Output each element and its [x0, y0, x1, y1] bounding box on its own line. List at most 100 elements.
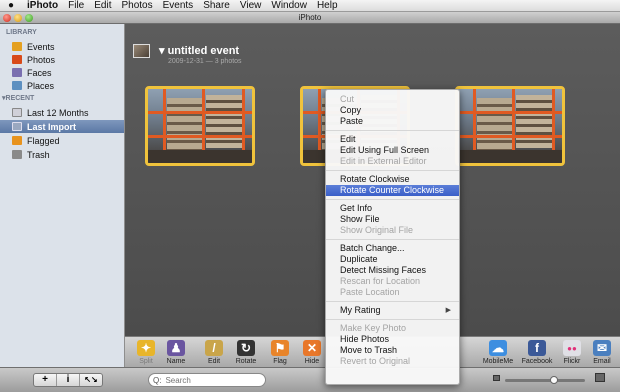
- menu-item-rotate-counter-clockwise[interactable]: Rotate Counter Clockwise: [326, 185, 459, 196]
- sidebar-item-photos[interactable]: Photos: [0, 53, 124, 66]
- menu-item-label: Copy: [340, 105, 362, 115]
- sidebar-item-flagged[interactable]: Flagged: [0, 134, 124, 147]
- toolbar-label: Flickr: [563, 358, 581, 365]
- menu-window[interactable]: Window: [266, 0, 312, 12]
- menu-item-label: Duplicate: [340, 254, 378, 264]
- hide-button[interactable]: ✕ Hide: [297, 340, 327, 367]
- window-title: iPhoto: [298, 13, 322, 22]
- library-header: LIBRARY: [6, 29, 37, 36]
- menu-item-rotate-clockwise[interactable]: Rotate Clockwise: [326, 174, 459, 185]
- menu-item-label: Show File: [340, 214, 380, 224]
- photos-icon: [12, 55, 22, 64]
- menu-item-label: Detect Missing Faces: [340, 265, 427, 275]
- event-key-photo[interactable]: [133, 44, 150, 58]
- faces-icon: [12, 68, 22, 77]
- flag-icon: ⚑: [271, 340, 289, 356]
- menu-separator: [326, 319, 459, 320]
- menu-events[interactable]: Events: [158, 0, 199, 12]
- menu-item-get-info[interactable]: Get Info: [326, 203, 459, 214]
- full-screen-button[interactable]: ↖↘: [80, 374, 102, 386]
- search-icon[interactable]: Q:: [153, 376, 161, 385]
- flag-button[interactable]: ⚑ Flag: [265, 340, 295, 367]
- menu-help[interactable]: Help: [312, 0, 343, 12]
- menu-iphoto[interactable]: iPhoto: [22, 0, 63, 12]
- menu-item-label: Get Info: [340, 203, 373, 213]
- edit-button[interactable]: / Edit: [199, 340, 229, 367]
- menu-item-label: Make Key Photo: [340, 323, 407, 333]
- menu-item-show-file[interactable]: Show File: [326, 214, 459, 225]
- rotate-button[interactable]: ↻ Rotate: [231, 340, 261, 367]
- menu-item-revert-to-original: Revert to Original: [326, 356, 459, 367]
- menu-item-move-to-trash[interactable]: Move to Trash: [326, 345, 459, 356]
- sidebar-item-label: Trash: [27, 149, 50, 160]
- photo-thumbnail[interactable]: [455, 86, 565, 166]
- menu-photos[interactable]: Photos: [116, 0, 157, 12]
- sidebar-item-last-12-months[interactable]: Last 12 Months: [0, 106, 124, 119]
- menu-item-detect-missing-faces[interactable]: Detect Missing Faces: [326, 265, 459, 276]
- menu-file[interactable]: File: [63, 0, 89, 12]
- search-input[interactable]: [165, 375, 246, 385]
- toolbar-label: Edit: [207, 358, 221, 365]
- split-button[interactable]: ✦ Split: [131, 340, 161, 367]
- menu-item-rescan-for-location: Rescan for Location: [326, 276, 459, 287]
- name-button[interactable]: ♟ Name: [161, 340, 191, 367]
- info-button[interactable]: i: [57, 374, 80, 386]
- window-title-bar: iPhoto: [0, 12, 620, 24]
- sidebar-item-faces[interactable]: Faces: [0, 66, 124, 79]
- menu-item-hide-photos[interactable]: Hide Photos: [326, 334, 459, 345]
- import-icon: [12, 122, 22, 131]
- menu-separator: [326, 199, 459, 200]
- email-button[interactable]: ✉ Email: [587, 340, 617, 367]
- sidebar-item-label: Faces: [27, 67, 52, 78]
- menu-item-copy[interactable]: Copy: [326, 105, 459, 116]
- recent-header[interactable]: ▾RECENT: [2, 94, 34, 102]
- menu-item-label: Move to Trash: [340, 345, 398, 355]
- menu-item-edit-in-external-editor: Edit in External Editor: [326, 156, 459, 167]
- flag-icon: [12, 136, 22, 145]
- toolbar-label: Flag: [273, 358, 287, 365]
- bottom-bar: + i ↖↘ Q:: [0, 367, 620, 392]
- search-field[interactable]: Q:: [148, 373, 266, 387]
- menu-share[interactable]: Share: [198, 0, 235, 12]
- mobileme-button[interactable]: ☁ MobileMe: [480, 340, 516, 367]
- menu-item-duplicate[interactable]: Duplicate: [326, 254, 459, 265]
- menu-view[interactable]: View: [235, 0, 267, 12]
- menu-bar: ● iPhoto File Edit Photos Events Share V…: [0, 0, 620, 12]
- flickr-button[interactable]: ●● Flickr: [557, 340, 587, 367]
- menu-item-edit-using-full-screen[interactable]: Edit Using Full Screen: [326, 145, 459, 156]
- menu-item-label: Edit Using Full Screen: [340, 145, 430, 155]
- sidebar-item-events[interactable]: Events: [0, 40, 124, 53]
- menu-edit[interactable]: Edit: [89, 0, 116, 12]
- menu-item-label: Hide Photos: [340, 334, 390, 344]
- menu-item-label: Revert to Original: [340, 356, 411, 366]
- menu-item-paste-location: Paste Location: [326, 287, 459, 298]
- menu-item-my-rating[interactable]: My Rating ▶: [326, 305, 459, 316]
- sidebar-item-last-import[interactable]: Last Import: [0, 120, 124, 133]
- menu-item-batch-change[interactable]: Batch Change...: [326, 243, 459, 254]
- mobileme-icon: ☁: [489, 340, 507, 356]
- toolbar-label: Split: [139, 358, 153, 365]
- add-button[interactable]: +: [34, 374, 57, 386]
- sidebar-item-trash[interactable]: Trash: [0, 148, 124, 161]
- menu-item-paste[interactable]: Paste: [326, 116, 459, 127]
- sidebar-item-places[interactable]: Places: [0, 79, 124, 92]
- menu-item-show-original-file: Show Original File: [326, 225, 459, 236]
- places-icon: [12, 81, 22, 90]
- zoom-slider-knob[interactable]: [550, 376, 558, 384]
- calendar-icon: [12, 108, 22, 117]
- menu-item-label: Rotate Clockwise: [340, 174, 410, 184]
- zoom-slider[interactable]: [505, 376, 585, 384]
- toolbar-label: Facebook: [521, 358, 553, 365]
- menu-item-make-key-photo: Make Key Photo: [326, 323, 459, 334]
- small-thumbnail-icon: [493, 375, 500, 381]
- apple-menu-icon[interactable]: ●: [0, 0, 22, 11]
- sidebar-actions: + i ↖↘: [33, 373, 103, 387]
- event-title[interactable]: ▾ untitled event: [159, 44, 239, 57]
- facebook-button[interactable]: f Facebook: [519, 340, 555, 367]
- toolbar-label: Name: [166, 358, 186, 365]
- menu-separator: [326, 239, 459, 240]
- menu-separator: [326, 130, 459, 131]
- photo-thumbnail[interactable]: [145, 86, 255, 166]
- menu-item-label: Batch Change...: [340, 243, 405, 253]
- menu-item-edit[interactable]: Edit: [326, 134, 459, 145]
